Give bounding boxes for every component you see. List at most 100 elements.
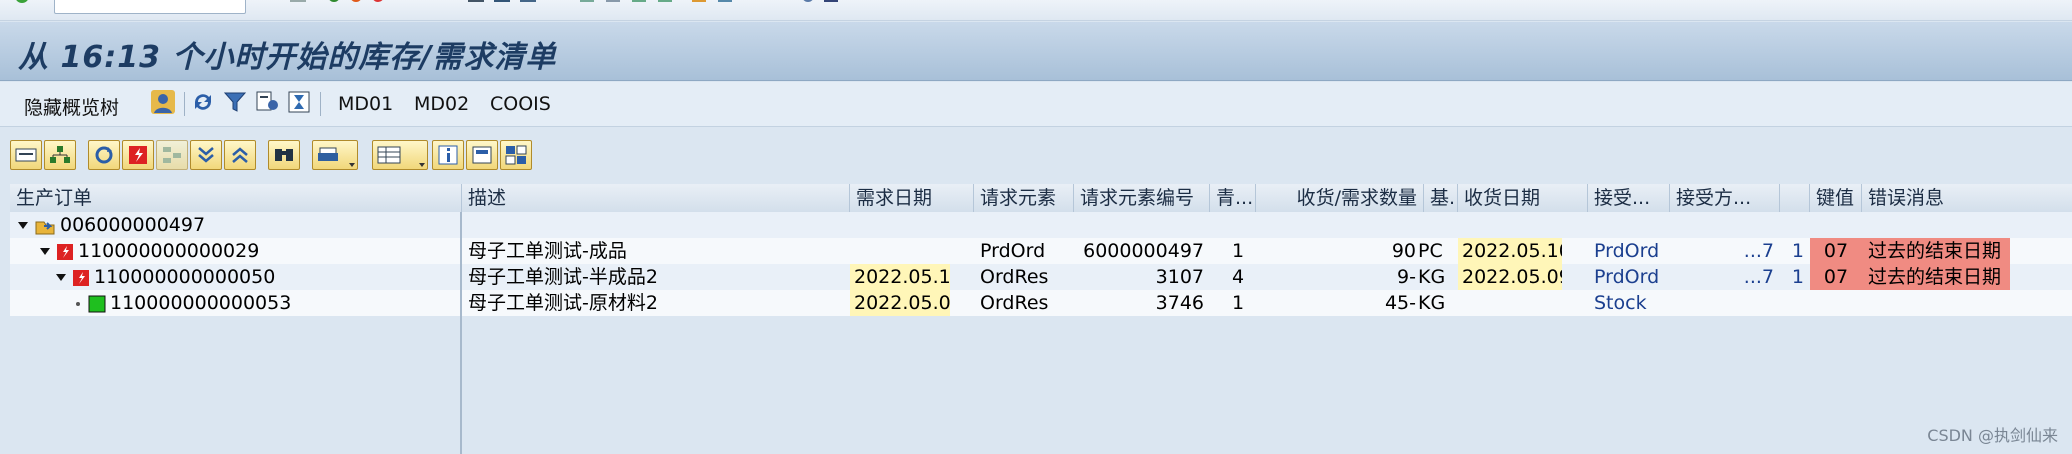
column-header-description[interactable]: 描述 [462,184,850,212]
title-bar: 从 16:13 个小时开始的库存/需求清单 [0,22,2072,81]
cell-base-unit: KG [1418,266,1446,288]
choose-layout-button[interactable] [500,140,532,170]
refresh-icon [95,146,113,164]
structure-icon [163,147,181,163]
leaf-dot-icon [76,301,80,306]
exception-button[interactable] [122,140,154,170]
collapse-all-button[interactable] [224,140,256,170]
md01-button[interactable]: MD01 [334,91,397,117]
column-header-requirement-element[interactable]: 请求元素 [974,184,1074,212]
data-table: 母子工单测试-成品 PrdOrd 6000000497 1 90 PC 2022… [462,212,2072,454]
enter-icon[interactable] [14,0,30,8]
column-header-gr-date[interactable]: 收货日期 [1458,184,1588,212]
info-button[interactable] [432,140,464,170]
tree-row[interactable]: 110000000000029 [10,238,460,264]
tree-node-label: 110000000000050 [94,266,276,288]
overview-tree: 006000000497 110000000000029 11000000000… [10,212,462,454]
table-row[interactable] [462,212,2072,238]
print-button[interactable] [312,140,358,170]
cell-receiving[interactable]: PrdOrd [1588,264,1670,290]
stock-requirements-grid: 生产订单 描述 需求日期 请求元素 请求元素编号 青... 收货/需求数量 基.… [10,184,2072,454]
person-icon[interactable] [150,89,176,115]
hierarchy-button[interactable] [44,140,76,170]
cell-gr-date: 2022.05.10 [1458,238,1562,264]
tree-node-label: 006000000497 [60,214,206,236]
cell-receiving-party[interactable]: ...7 [1670,264,1780,290]
cell-requirement-element-number: 3746 [1155,292,1204,314]
tree-row[interactable]: 006000000497 [10,212,460,238]
structure-button[interactable] [156,140,188,170]
column-header-receiving[interactable]: 接受... [1588,184,1670,212]
hide-tree-button[interactable]: 隐藏概览树 [20,91,123,122]
collapse-all-icon [232,147,248,163]
exception-icon [129,146,147,164]
green-status-icon [88,295,106,312]
cell-receiving-party[interactable]: ...7 [1670,238,1780,264]
cell-quantity: 90 [1391,240,1416,262]
filter-icon[interactable] [222,89,248,115]
layout-grid-icon [377,146,401,164]
cell-requirement-element-number: 3107 [1155,266,1204,288]
column-header-production-order[interactable]: 生产订单 [10,184,462,212]
alv-toolbar [0,134,2072,178]
layout-button[interactable] [372,140,428,170]
column-header-requirement-element-number[interactable]: 请求元素编号 [1074,184,1210,212]
expand-arrow-icon[interactable] [40,248,50,255]
refresh-icon[interactable] [190,89,216,115]
cell-description: 母子工单测试-半成品2 [468,266,658,288]
application-toolbar: 隐藏概览树 MD01 MD02 COOIS [0,82,2072,127]
cell-key-value: 07 [1810,238,1862,264]
cell-qing: 1 [1232,292,1245,314]
tree-node-order-29[interactable]: 110000000000029 [40,238,259,264]
tree-node-root[interactable]: 006000000497 [18,212,205,238]
grid-header: 生产订单 描述 需求日期 请求元素 请求元素编号 青... 收货/需求数量 基.… [10,184,2072,213]
tree-node-order-53[interactable]: 110000000000053 [76,290,291,316]
command-field[interactable] [54,0,246,14]
cell-gr-date: 2022.05.09 [1458,264,1562,290]
cell-receiving[interactable]: PrdOrd [1588,238,1670,264]
time-filter-icon[interactable] [286,89,312,115]
separator [184,92,185,116]
cell-requirement-date [850,238,974,264]
cell-receiving[interactable]: Stock [1588,290,1670,316]
refresh-button[interactable] [88,140,120,170]
expand-all-button[interactable] [190,140,222,170]
expand-arrow-icon[interactable] [18,222,28,229]
cell-base-unit: PC [1418,240,1443,262]
column-header-error-message[interactable]: 错误消息 [1862,184,2072,212]
page-title: 从 16:13 个小时开始的库存/需求清单 [18,40,557,75]
tree-node-order-50[interactable]: 110000000000050 [56,264,275,290]
md02-button[interactable]: MD02 [410,91,473,117]
watermark: CSDN @执剑仙来 [1927,426,2058,445]
coois-button[interactable]: COOIS [486,91,555,117]
column-header-key-value[interactable]: 键值 [1810,184,1862,212]
tree-row[interactable]: 110000000000050 [10,264,460,290]
tree-node-label: 110000000000029 [78,240,260,262]
table-row[interactable]: 母子工单测试-半成品2 2022.05.10 OrdRes 3107 4 9- … [462,264,2072,290]
exception-icon [57,243,73,260]
expand-arrow-icon[interactable] [56,274,66,281]
cell-quantity: 45- [1384,292,1416,314]
help-layout-icons[interactable] [800,0,860,8]
column-header-quantity[interactable]: 收货/需求数量 [1256,184,1424,212]
hierarchy-icon [50,146,70,163]
column-header-requirement-date[interactable]: 需求日期 [850,184,974,212]
print-find-icons[interactable] [468,0,578,8]
save-layout-button[interactable] [466,140,498,170]
column-header-base-unit[interactable]: 基. [1424,184,1458,212]
settings-user-icon[interactable] [254,89,280,115]
tree-node-label: 110000000000053 [110,292,292,314]
column-header-small[interactable] [1780,184,1810,212]
save-back-exit-cancel-icons[interactable] [290,0,400,8]
cell-key-value: 07 [1810,264,1862,290]
table-row[interactable]: 母子工单测试-原材料2 2022.05.09 OrdRes 3746 1 45-… [462,290,2072,316]
detail-button[interactable] [10,140,42,170]
cell-small: 1 [1791,240,1804,262]
column-header-qing[interactable]: 青... [1210,184,1256,212]
find-button[interactable] [268,140,300,170]
page-navigation-icons[interactable] [580,0,760,8]
tree-row[interactable]: 110000000000053 [10,290,460,316]
exception-icon [73,269,89,286]
table-row[interactable]: 母子工单测试-成品 PrdOrd 6000000497 1 90 PC 2022… [462,238,2072,264]
column-header-receiving-party[interactable]: 接受方... [1670,184,1780,212]
